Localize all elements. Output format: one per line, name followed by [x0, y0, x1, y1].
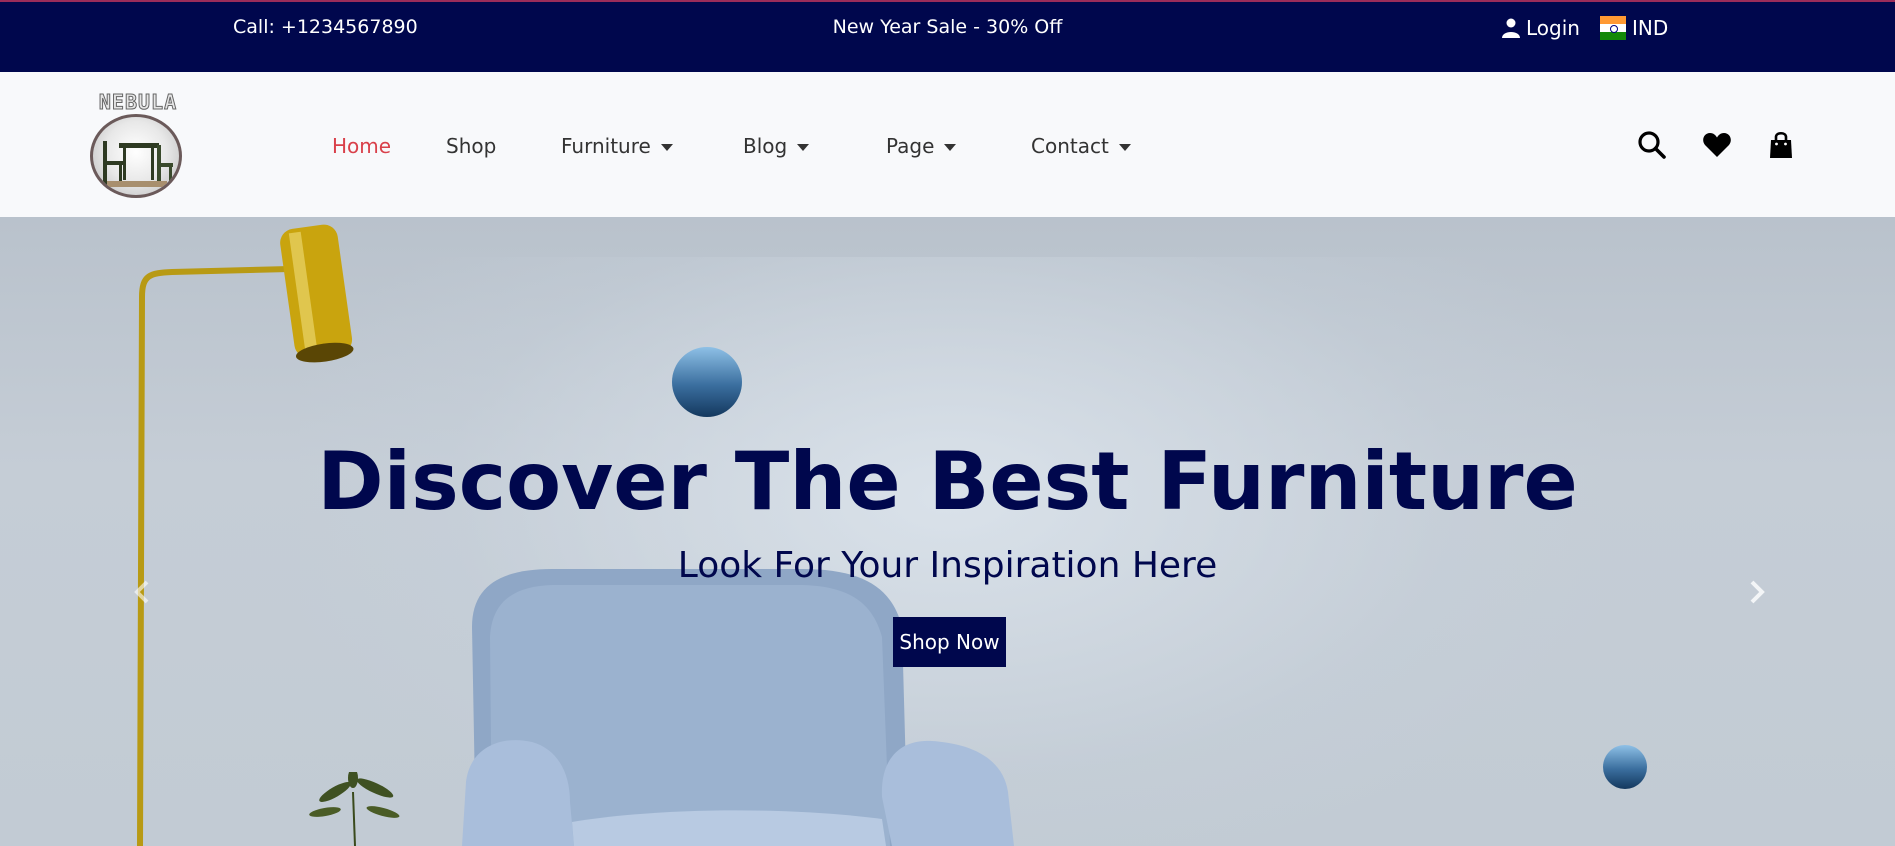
- decorative-sphere: [1603, 745, 1647, 789]
- nav-home[interactable]: Home: [332, 134, 391, 158]
- shop-now-button[interactable]: Shop Now: [893, 617, 1006, 667]
- country-label: IND: [1632, 16, 1669, 40]
- caret-down-icon: [944, 143, 957, 151]
- caret-down-icon: [797, 143, 810, 151]
- search-icon[interactable]: [1637, 130, 1667, 160]
- site-logo[interactable]: NEBULA: [88, 90, 184, 198]
- nav-blog-label: Blog: [743, 134, 788, 158]
- nav-contact[interactable]: Contact: [1031, 134, 1131, 158]
- nav-furniture-label: Furniture: [561, 134, 651, 158]
- country-selector[interactable]: IND: [1600, 16, 1668, 40]
- logo-emblem: [90, 114, 182, 198]
- nav-page-label: Page: [886, 134, 935, 158]
- nav-page[interactable]: Page: [886, 134, 957, 158]
- nav-shop[interactable]: Shop: [446, 134, 496, 158]
- shopping-bag-icon[interactable]: [1766, 130, 1796, 160]
- main-navbar: NEBULA Home Shop Furniture Blog Page Con…: [0, 72, 1895, 217]
- nav-furniture[interactable]: Furniture: [561, 134, 673, 158]
- hero-carousel: Discover The Best Furniture Look For You…: [0, 217, 1895, 846]
- announcement-bar: Call: +1234567890 New Year Sale - 30% Of…: [0, 0, 1895, 72]
- decorative-sphere: [672, 347, 742, 417]
- hero-subtitle: Look For Your Inspiration Here: [677, 545, 1218, 586]
- nav-contact-label: Contact: [1031, 134, 1109, 158]
- caret-down-icon: [660, 143, 673, 151]
- plant-image: [309, 772, 400, 846]
- armchair-image: [462, 569, 1014, 846]
- logo-text: NEBULA: [98, 90, 178, 115]
- nav-home-label: Home: [332, 134, 392, 158]
- nav-blog[interactable]: Blog: [743, 134, 810, 158]
- india-flag-icon: [1600, 16, 1626, 40]
- login-label: Login: [1526, 16, 1580, 40]
- nav-shop-label: Shop: [446, 134, 497, 158]
- heart-icon[interactable]: [1702, 130, 1732, 160]
- floor-lamp-image: [137, 224, 354, 846]
- login-link[interactable]: Login: [1502, 16, 1580, 40]
- caret-down-icon: [1118, 143, 1131, 151]
- hero-title: Discover The Best Furniture: [317, 435, 1578, 528]
- user-icon: [1502, 18, 1520, 38]
